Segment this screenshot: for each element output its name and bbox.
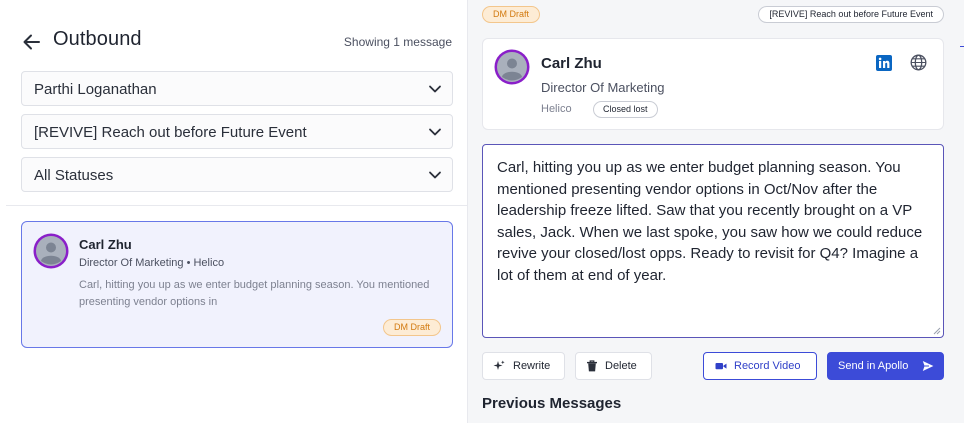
avatar xyxy=(494,49,530,85)
message-editor[interactable]: Carl, hitting you up as we enter budget … xyxy=(482,144,944,338)
message-preview: Carl, hitting you up as we enter budget … xyxy=(79,279,430,308)
contact-company: Helico xyxy=(541,103,572,115)
status-filter-value: All Statuses xyxy=(34,167,114,184)
message-count: Showing 1 message xyxy=(343,35,452,49)
send-label: Send in Apollo xyxy=(838,360,909,372)
chevron-down-icon xyxy=(429,128,441,136)
message-detail-panel: DM Draft [REVIVE] Reach out before Futur… xyxy=(468,0,964,423)
status-badge: DM Draft xyxy=(383,319,441,336)
contact-subtitle: Director Of Marketing • Helico xyxy=(79,257,225,269)
outbound-list-panel: Outbound Showing 1 message Parthi Logana… xyxy=(0,0,468,423)
record-video-label: Record Video xyxy=(734,360,801,372)
previous-messages-heading: Previous Messages xyxy=(482,395,622,412)
sequence-filter-value: [REVIVE] Reach out before Future Event xyxy=(34,124,307,141)
status-filter-select[interactable]: All Statuses xyxy=(21,157,453,192)
arrow-left-icon[interactable] xyxy=(21,31,43,53)
sequence-badge: [REVIVE] Reach out before Future Event xyxy=(758,6,944,23)
contact-role: Director Of Marketing xyxy=(541,80,665,95)
user-filter-value: Parthi Loganathan xyxy=(34,81,157,98)
resize-handle-icon[interactable] xyxy=(933,327,941,335)
page-title: Outbound xyxy=(53,28,142,50)
app-root: Outbound Showing 1 message Parthi Logana… xyxy=(0,0,964,423)
message-body[interactable]: Carl, hitting you up as we enter budget … xyxy=(497,157,937,286)
divider xyxy=(6,205,468,206)
delete-button[interactable]: Delete xyxy=(575,352,652,380)
video-camera-icon xyxy=(715,363,727,370)
record-video-button[interactable]: Record Video xyxy=(703,352,817,380)
stage-badge: Closed lost xyxy=(593,101,658,118)
avatar xyxy=(33,233,69,269)
contact-name: Carl Zhu xyxy=(79,237,132,252)
rewrite-button[interactable]: Rewrite xyxy=(482,352,565,380)
user-filter-select[interactable]: Parthi Loganathan xyxy=(21,71,453,106)
chevron-down-icon xyxy=(429,171,441,179)
trash-icon xyxy=(587,360,597,372)
linkedin-icon[interactable] xyxy=(876,55,892,71)
delete-label: Delete xyxy=(605,360,637,372)
rewrite-label: Rewrite xyxy=(513,360,551,372)
contact-card: Carl Zhu Director Of Marketing Helico Cl… xyxy=(482,38,944,130)
draft-badge: DM Draft xyxy=(482,6,540,23)
send-button[interactable]: Send in Apollo xyxy=(827,352,944,380)
sequence-filter-select[interactable]: [REVIVE] Reach out before Future Event xyxy=(21,114,453,149)
send-arrow-icon xyxy=(922,361,934,371)
divider xyxy=(960,46,964,47)
contact-name: Carl Zhu xyxy=(541,55,602,72)
sparkle-icon xyxy=(493,360,505,370)
globe-icon[interactable] xyxy=(910,54,927,71)
chevron-down-icon xyxy=(429,85,441,93)
list-item[interactable]: Carl Zhu Director Of Marketing • Helico … xyxy=(21,221,453,348)
